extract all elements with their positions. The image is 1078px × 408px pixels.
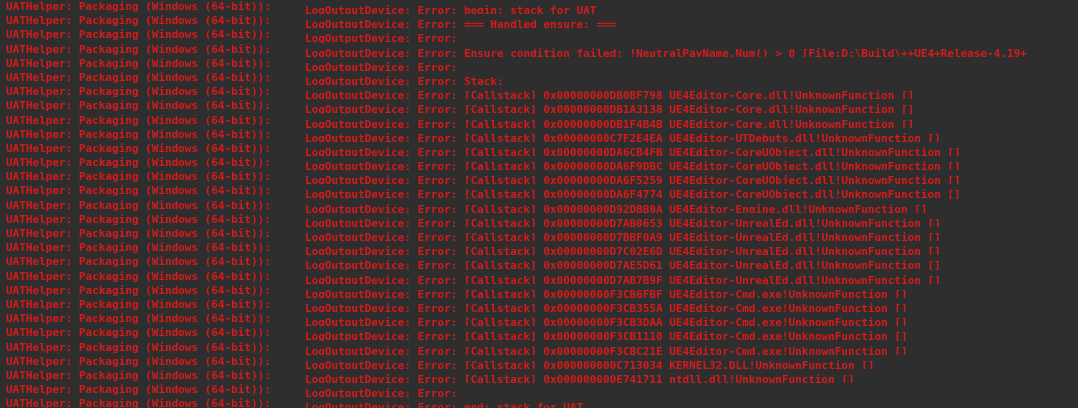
log-line: UATHelper: Packaging (Windows (64-bit)):… <box>6 14 1078 28</box>
log-line-message: LogOutputDevice: Error: [Callstack] 0x00… <box>305 358 875 369</box>
log-line-message: LogOutputDevice: Error: <box>305 60 458 71</box>
log-line-message: LogOutputDevice: Error: begin: stack for… <box>305 4 597 15</box>
log-line-message: LogOutputDevice: Error: [Callstack] 0x00… <box>305 316 908 327</box>
log-line-message: LogOutputDevice: Error: <box>305 32 458 43</box>
log-line-message: LogOutputDevice: Error: [Callstack] 0x00… <box>305 89 915 100</box>
log-line-message: LogOutputDevice: Error: [Callstack] 0x00… <box>305 330 908 341</box>
log-line-message: LogOutputDevice: Error: [Callstack] 0x00… <box>305 160 961 171</box>
log-line-message: LogOutputDevice: Error: [Callstack] 0x00… <box>305 174 961 185</box>
log-line: UATHelper: Packaging (Windows (64-bit)):… <box>6 0 1078 14</box>
log-line-prefix: UATHelper: Packaging (Windows (64-bit)): <box>6 0 271 13</box>
log-line-prefix: UATHelper: Packaging (Windows (64-bit)): <box>6 99 271 113</box>
log-line: UATHelper: Packaging (Windows (64-bit)):… <box>6 213 1078 227</box>
log-line: UATHelper: Packaging (Windows (64-bit)):… <box>6 170 1078 184</box>
log-line: UATHelper: Packaging (Windows (64-bit)):… <box>6 255 1078 269</box>
log-line-prefix: UATHelper: Packaging (Windows (64-bit)): <box>6 227 271 240</box>
log-line-prefix: UATHelper: Packaging (Windows (64-bit)): <box>6 113 271 127</box>
log-line-message: LogOutputDevice: Error: [Callstack] 0x00… <box>305 131 941 142</box>
log-line-message: LogOutputDevice: Error: [Callstack] 0x00… <box>305 273 941 284</box>
log-line: UATHelper: Packaging (Windows (64-bit)):… <box>6 270 1078 284</box>
log-line-prefix: UATHelper: Packaging (Windows (64-bit)): <box>6 85 271 99</box>
log-line-prefix: UATHelper: Packaging (Windows (64-bit)): <box>6 212 271 226</box>
log-line-message: LogOutputDevice: Error: === Handled ensu… <box>305 18 617 29</box>
log-line: UATHelper: Packaging (Windows (64-bit)):… <box>6 241 1078 255</box>
log-line-message: LogOutputDevice: Error: [Callstack] 0x00… <box>305 217 941 227</box>
log-line-prefix: UATHelper: Packaging (Windows (64-bit)): <box>6 269 271 283</box>
log-line-message: LogOutputDevice: Error: [Callstack] 0x00… <box>305 245 941 256</box>
output-log-console[interactable]: UATHelper: Packaging (Windows (64-bit)):… <box>0 0 1078 408</box>
log-line-prefix: UATHelper: Packaging (Windows (64-bit)): <box>6 42 271 56</box>
log-line-message: LogOutputDevice: Error: [Callstack] 0x00… <box>305 287 908 298</box>
log-line-prefix: UATHelper: Packaging (Windows (64-bit)): <box>6 156 271 170</box>
log-line-prefix: UATHelper: Packaging (Windows (64-bit)): <box>6 198 271 212</box>
log-line: UATHelper: Packaging (Windows (64-bit)):… <box>6 298 1078 312</box>
log-line-prefix: UATHelper: Packaging (Windows (64-bit)): <box>6 170 271 184</box>
log-line: UATHelper: Packaging (Windows (64-bit)):… <box>6 71 1078 85</box>
log-line-message: LogOutputDevice: Error: [Callstack] 0x00… <box>305 117 915 128</box>
log-line-message: LogOutputDevice: Error: [Callstack] 0x00… <box>305 259 941 270</box>
log-line-message: LogOutputDevice: Error: [Callstack] 0x00… <box>305 188 961 199</box>
log-line-message: LogOutputDevice: Error: end: stack for U… <box>305 401 584 408</box>
log-line-message: LogOutputDevice: Error: [Callstack] 0x00… <box>305 146 961 157</box>
log-line-prefix: UATHelper: Packaging (Windows (64-bit)): <box>6 56 271 70</box>
log-line-message: LogOutputDevice: Error: [Callstack] 0x00… <box>305 373 855 384</box>
log-line-message: LogOutputDevice: Error: [Callstack] 0x00… <box>305 231 941 242</box>
log-line-prefix: UATHelper: Packaging (Windows (64-bit)): <box>6 326 271 340</box>
log-line: UATHelper: Packaging (Windows (64-bit)):… <box>6 156 1078 170</box>
log-line-prefix: UATHelper: Packaging (Windows (64-bit)): <box>6 397 271 408</box>
log-line: UATHelper: Packaging (Windows (64-bit)):… <box>6 326 1078 340</box>
log-line: UATHelper: Packaging (Windows (64-bit)):… <box>6 184 1078 198</box>
log-line-prefix: UATHelper: Packaging (Windows (64-bit)): <box>6 297 271 311</box>
log-line: UATHelper: Packaging (Windows (64-bit)):… <box>6 99 1078 113</box>
log-line: UATHelper: Packaging (Windows (64-bit)):… <box>6 355 1078 369</box>
log-line-prefix: UATHelper: Packaging (Windows (64-bit)): <box>6 141 271 155</box>
log-line-prefix: UATHelper: Packaging (Windows (64-bit)): <box>6 283 271 297</box>
log-line-prefix: UATHelper: Packaging (Windows (64-bit)): <box>6 354 271 368</box>
log-line: UATHelper: Packaging (Windows (64-bit)):… <box>6 57 1078 71</box>
log-line: UATHelper: Packaging (Windows (64-bit)):… <box>6 397 1078 408</box>
log-line-prefix: UATHelper: Packaging (Windows (64-bit)): <box>6 368 271 382</box>
log-line-message: LogOutputDevice: Error: [Callstack] 0x00… <box>305 202 928 213</box>
log-line-message: LogOutputDevice: Error: [Callstack] 0x00… <box>305 344 908 355</box>
log-line-prefix: UATHelper: Packaging (Windows (64-bit)): <box>6 340 271 354</box>
log-line: UATHelper: Packaging (Windows (64-bit)):… <box>6 128 1078 142</box>
log-line-prefix: UATHelper: Packaging (Windows (64-bit)): <box>6 127 271 141</box>
log-line-message: LogOutputDevice: Error: <box>305 387 458 398</box>
log-line: UATHelper: Packaging (Windows (64-bit)):… <box>6 142 1078 156</box>
log-line: UATHelper: Packaging (Windows (64-bit)):… <box>6 284 1078 298</box>
log-line-prefix: UATHelper: Packaging (Windows (64-bit)): <box>6 14 271 28</box>
log-line: UATHelper: Packaging (Windows (64-bit)):… <box>6 28 1078 42</box>
log-line: UATHelper: Packaging (Windows (64-bit)):… <box>6 369 1078 383</box>
log-line: UATHelper: Packaging (Windows (64-bit)):… <box>6 114 1078 128</box>
log-line: UATHelper: Packaging (Windows (64-bit)):… <box>6 312 1078 326</box>
log-line-message: LogOutputDevice: Error: Stack: <box>305 75 504 86</box>
log-line-prefix: UATHelper: Packaging (Windows (64-bit)): <box>6 255 271 269</box>
log-line-prefix: UATHelper: Packaging (Windows (64-bit)): <box>6 70 271 84</box>
log-line-prefix: UATHelper: Packaging (Windows (64-bit)): <box>6 184 271 198</box>
log-line-prefix: UATHelper: Packaging (Windows (64-bit)): <box>6 312 271 326</box>
log-line: UATHelper: Packaging (Windows (64-bit)):… <box>6 85 1078 99</box>
log-line: UATHelper: Packaging (Windows (64-bit)):… <box>6 383 1078 397</box>
log-line-message: LogOutputDevice: Error: Ensure condition… <box>305 46 1027 57</box>
log-line: UATHelper: Packaging (Windows (64-bit)):… <box>6 341 1078 355</box>
log-line-prefix: UATHelper: Packaging (Windows (64-bit)): <box>6 241 271 255</box>
log-line-message: LogOutputDevice: Error: [Callstack] 0x00… <box>305 302 908 313</box>
log-line-prefix: UATHelper: Packaging (Windows (64-bit)): <box>6 383 271 397</box>
log-line-message: LogOutputDevice: Error: [Callstack] 0x00… <box>305 103 915 114</box>
log-line-prefix: UATHelper: Packaging (Windows (64-bit)): <box>6 28 271 42</box>
log-line: UATHelper: Packaging (Windows (64-bit)):… <box>6 43 1078 57</box>
log-line: UATHelper: Packaging (Windows (64-bit)):… <box>6 227 1078 241</box>
log-line: UATHelper: Packaging (Windows (64-bit)):… <box>6 199 1078 213</box>
